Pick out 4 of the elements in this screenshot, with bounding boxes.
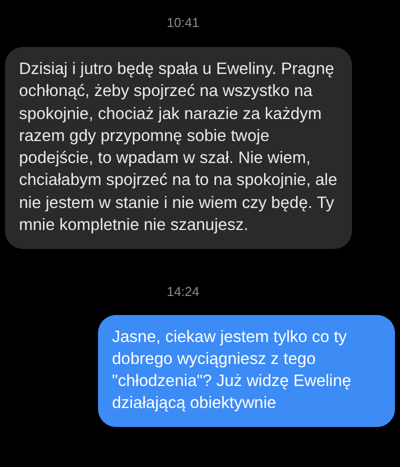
incoming-message-bubble: Dzisiaj i jutro będę spała u Eweliny. Pragnę ochłonąć, żeby spojrzeć na wszystko na spokojnie, chociaż jak narazie za każdym razem gdy przypomnę sobie twoje podejście, to wpadam w szał. Nie wiem, chciałabym spojrzeć na to na spokojnie, ale nie jestem w stanie i nie wiem czy będę. Ty mnie kompletnie nie szanujesz. <box>5 47 352 250</box>
outgoing-message-bubble: Jasne, ciekaw jestem tylko co ty dobrego wyciągniesz z tego "chłodzenia"? Już widzę Ewelinę działającą obiektywnie <box>98 315 395 428</box>
timestamp: 10:41 <box>166 14 200 32</box>
timestamp: 14:24 <box>166 282 200 301</box>
